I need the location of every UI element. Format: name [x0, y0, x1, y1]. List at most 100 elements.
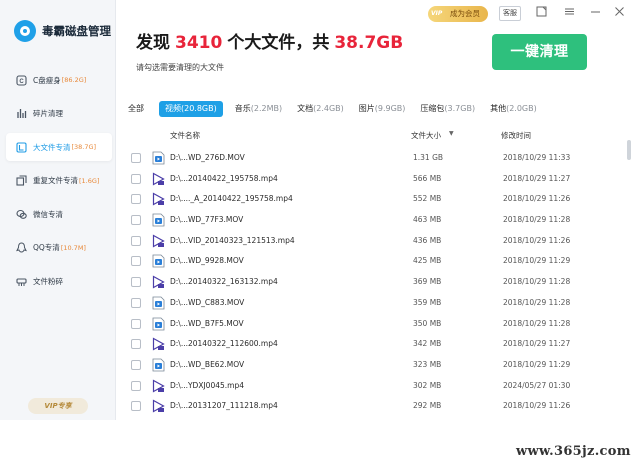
skin-icon[interactable] [534, 6, 548, 20]
file-count: 3410 [175, 33, 223, 53]
table-row[interactable]: D:\...VID_20140323_121513.mp4 436 MB 2018/… [116, 231, 626, 252]
tab-label: 视频 [165, 104, 181, 113]
table-row[interactable]: D:\...WD_B7F5.MOV 350 MB 2018/10/29 11:28 [116, 314, 626, 335]
shredder-icon [16, 276, 27, 287]
sidebar-item-label: QQ专清 [33, 243, 60, 252]
mp4-file-icon [152, 337, 165, 351]
sidebar: 毒霸磁盘管理 C C盘瘦身 [86.2G] 碎片清理大文件专清 [38.7G] 重复文件专… [0, 0, 116, 420]
table-row[interactable]: D:\...WD_BE62.MOV 323 MB 2018/10/29 11:29 [116, 355, 626, 376]
file-date: 2018/10/29 11:26 [503, 194, 571, 204]
file-name: D:\...20131207_111218.mp4 [170, 401, 278, 411]
file-size: 342 MB [413, 339, 442, 349]
tab-6[interactable]: 压缩包(3.7GB) [420, 101, 475, 117]
file-date: 2018/10/29 11:29 [503, 256, 571, 266]
tab-5[interactable]: 图片(9.9GB) [359, 101, 406, 117]
row-checkbox[interactable] [131, 173, 141, 184]
sidebar-item-5[interactable]: 微信专清 [6, 200, 112, 228]
mov-file-icon [152, 358, 165, 372]
svg-text:C: C [19, 79, 24, 85]
row-checkbox[interactable] [131, 380, 141, 391]
row-checkbox[interactable] [131, 401, 141, 412]
table-row[interactable]: D:\...20140322_112600.mp4 342 MB 2018/10/2… [116, 334, 626, 355]
tab-4[interactable]: 文档(2.4GB) [297, 101, 344, 117]
tab-label: 图片 [358, 104, 375, 113]
row-checkbox[interactable] [131, 153, 141, 163]
file-name: D:\...YDXJ0045.mp4 [170, 380, 244, 390]
column-header-size[interactable]: 文件大小 [411, 130, 441, 141]
row-checkbox[interactable] [131, 194, 141, 205]
one-click-clean-button[interactable]: 一键清理 [492, 34, 587, 70]
file-date: 2018/10/29 11:28 [503, 318, 571, 328]
mp4-file-icon [152, 192, 165, 206]
sidebar-item-3[interactable]: 大文件专清 [38.7G] [6, 133, 112, 161]
row-checkbox[interactable] [131, 318, 141, 329]
row-checkbox[interactable] [131, 297, 141, 308]
table-row[interactable]: D:\...20131207_111218.mp4 292 MB 2018/10/2… [116, 396, 626, 417]
tab-1[interactable]: 全部 [128, 101, 144, 117]
scrollbar[interactable] [627, 140, 631, 160]
file-name: D:\...WD_C883.MOV [170, 297, 245, 307]
row-checkbox[interactable] [131, 359, 141, 370]
close-icon[interactable] [612, 6, 626, 20]
file-size: 463 MB [413, 215, 442, 225]
title-prefix: 发现 [136, 33, 170, 53]
fragment-icon [16, 108, 27, 119]
sort-down-icon[interactable]: ▼ [449, 130, 454, 137]
row-checkbox[interactable] [131, 215, 141, 226]
tab-2[interactable]: 视频(20.8GB) [159, 101, 223, 117]
mp4-file-icon [152, 172, 165, 186]
vip-service-badge[interactable]: VIP专享 [28, 398, 88, 414]
table-row[interactable]: D:\...WD_9928.MOV 425 MB 2018/10/29 11:29 [116, 251, 626, 272]
sidebar-item-2[interactable]: 碎片清理 [6, 100, 112, 128]
file-size: 369 MB [413, 277, 442, 287]
tab-7[interactable]: 其他(2.0GB) [490, 101, 537, 117]
sidebar-item-label: 微信专清 [33, 209, 63, 219]
sidebar-item-1[interactable]: C C盘瘦身 [86.2G] [6, 66, 112, 94]
mov-file-icon [152, 151, 165, 165]
row-checkbox[interactable] [131, 256, 141, 267]
table-row[interactable]: D:\...YDXJ0045.mp4 302 MB 2024/05/27 01:30 [116, 376, 626, 397]
row-checkbox[interactable] [131, 235, 141, 246]
file-size: 350 MB [413, 318, 442, 328]
sidebar-item-4[interactable]: 重复文件专清 [1.6G] [6, 167, 112, 195]
tab-label: 音乐 [234, 104, 251, 113]
table-row[interactable]: D:\...WD_276D.MOV 1.31 GB 2018/10/29 11:33 [116, 148, 626, 169]
mov-file-icon [152, 296, 165, 310]
tab-size: (9.9GB) [374, 104, 406, 113]
mov-file-icon [152, 254, 165, 268]
watermark: www.365jz.com [516, 444, 631, 459]
customer-service-button[interactable]: 客服 [499, 6, 521, 21]
file-name: D:\...20140422_195758.mp4 [170, 173, 278, 183]
row-checkbox[interactable] [131, 339, 141, 350]
table-row[interactable]: D:\...WD_77F3.MOV 463 MB 2018/10/29 11:28 [116, 210, 626, 231]
mov-file-icon [152, 213, 165, 227]
become-vip-button[interactable]: 成为会员 [428, 6, 488, 22]
table-row[interactable]: D:\...20140322_163132.mp4 369 MB 2018/10/2… [116, 272, 626, 293]
app-name: 毒霸磁盘管理 [42, 24, 111, 38]
file-size: 1.31 GB [413, 153, 444, 162]
file-size: 292 MB [413, 401, 442, 411]
category-tabs: 全部 视频(20.8GB) 音乐(2.2MB) 文档(2.4GB) 图片(9.9GB) 压… [128, 101, 552, 117]
table-row[interactable]: D:\...._A_20140422_195758.mp4 552 MB 2018/… [116, 189, 626, 210]
column-header-date[interactable]: 修改时间 [501, 130, 531, 141]
tab-3[interactable]: 音乐(2.2MB) [235, 101, 282, 117]
sidebar-item-6[interactable]: QQ专清 [10.7M] [6, 234, 112, 262]
row-checkbox[interactable] [131, 277, 141, 288]
sidebar-item-size: [1.6G] [79, 176, 100, 185]
file-name: D:\...20140322_112600.mp4 [170, 339, 278, 349]
file-size: 323 MB [413, 359, 442, 369]
wechat-icon [16, 209, 27, 220]
c-drive-icon: C [16, 74, 27, 86]
minimize-icon[interactable] [588, 6, 602, 20]
tab-size: (2.4GB) [313, 104, 344, 113]
menu-icon[interactable] [562, 6, 576, 20]
sidebar-item-7[interactable]: 文件粉碎 [6, 267, 112, 295]
file-size: 302 MB [413, 380, 442, 390]
file-name: D:\...WD_B7F5.MOV [170, 318, 244, 328]
file-date: 2018/10/29 11:27 [503, 173, 571, 183]
table-row[interactable]: D:\...WD_C883.MOV 359 MB 2018/10/29 11:28 [116, 293, 626, 314]
column-header-name[interactable]: 文件名称 [170, 130, 200, 141]
app-logo-icon [14, 20, 36, 42]
table-row[interactable]: D:\...20140422_195758.mp4 566 MB 2018/10/2… [116, 169, 626, 190]
file-size: 436 MB [413, 235, 442, 245]
